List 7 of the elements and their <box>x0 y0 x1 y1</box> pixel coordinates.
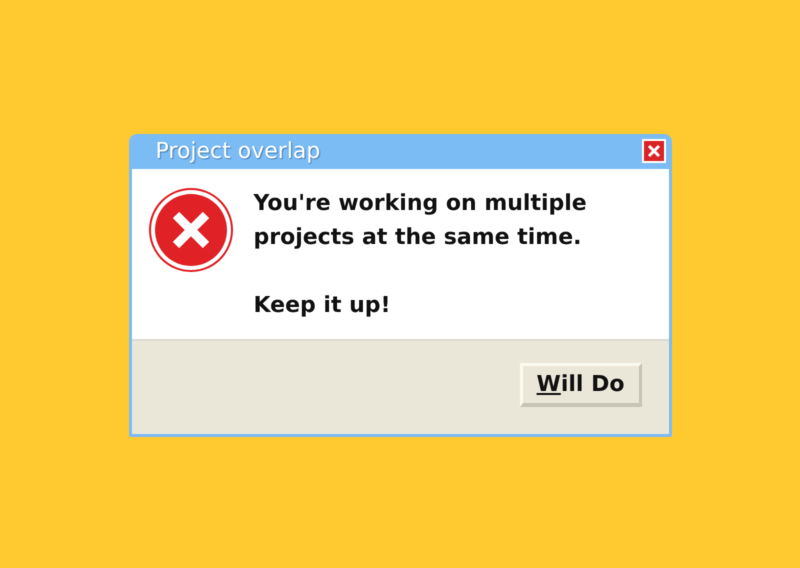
message-text: You're working on multiple projects at the same time. <box>254 190 588 252</box>
close-icon <box>646 144 660 158</box>
error-icon <box>148 186 234 272</box>
will-do-button[interactable]: Will Do <box>520 362 642 406</box>
window-title: Project overlap <box>156 138 320 166</box>
message-text: Keep it up! <box>254 292 392 320</box>
close-button[interactable] <box>642 139 666 163</box>
